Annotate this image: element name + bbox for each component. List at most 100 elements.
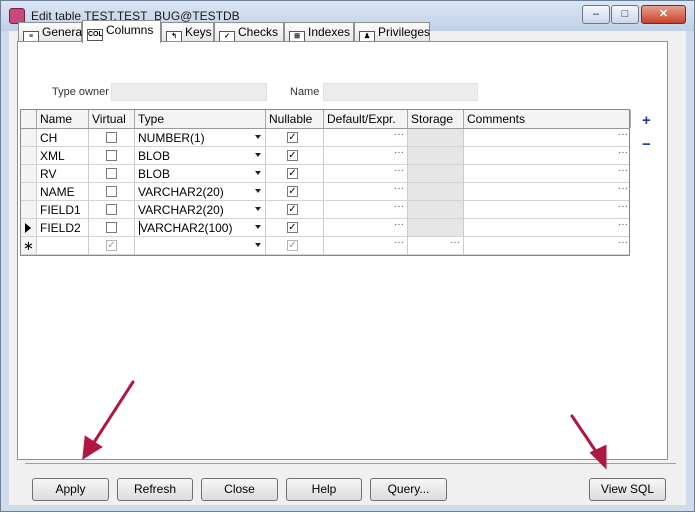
cell-virtual[interactable] bbox=[89, 183, 135, 200]
minimize-button[interactable]: – bbox=[582, 5, 610, 24]
view-sql-button[interactable]: View SQL bbox=[589, 478, 666, 501]
tab-keys[interactable]: ↰ Keys bbox=[161, 22, 214, 43]
table-row[interactable]: CH NUMBER(1) ✓ ··· ··· bbox=[21, 129, 629, 147]
dropdown-arrow-icon[interactable] bbox=[255, 153, 261, 157]
cell-type[interactable]: BLOB bbox=[135, 165, 266, 182]
cell-comments[interactable]: ··· bbox=[464, 237, 631, 254]
nullable-checkbox[interactable]: ✓ bbox=[287, 150, 298, 161]
nullable-checkbox[interactable]: ✓ bbox=[287, 168, 298, 179]
cell-type[interactable]: BLOB bbox=[135, 147, 266, 164]
cell-name[interactable]: XML bbox=[37, 147, 89, 164]
cell-comments[interactable]: ··· bbox=[464, 165, 631, 182]
ellipsis-icon[interactable]: ··· bbox=[618, 201, 628, 215]
ellipsis-icon[interactable]: ··· bbox=[618, 237, 628, 251]
cell-default[interactable]: ··· bbox=[324, 147, 408, 164]
add-column-button[interactable]: + bbox=[642, 113, 651, 128]
cell-name[interactable]: FIELD2 bbox=[37, 219, 89, 236]
remove-column-button[interactable]: − bbox=[642, 137, 651, 152]
apply-button[interactable]: Apply bbox=[32, 478, 109, 501]
refresh-button[interactable]: Refresh bbox=[117, 478, 193, 501]
dropdown-arrow-icon[interactable] bbox=[255, 243, 261, 247]
ellipsis-icon[interactable]: ··· bbox=[618, 147, 628, 161]
tab-general[interactable]: ≡ General bbox=[18, 22, 85, 43]
ellipsis-icon[interactable]: ··· bbox=[394, 237, 404, 251]
current-row-indicator[interactable] bbox=[21, 219, 37, 236]
cell-type-value[interactable]: VARCHAR2(100) bbox=[139, 221, 233, 235]
header-virtual[interactable]: Virtual bbox=[89, 110, 135, 128]
virtual-checkbox[interactable]: ✓ bbox=[106, 240, 117, 251]
ellipsis-icon[interactable]: ··· bbox=[618, 183, 628, 197]
cell-type[interactable] bbox=[135, 237, 266, 254]
new-row[interactable]: ∗ ✓ ✓ ··· ··· ··· bbox=[21, 237, 629, 255]
cell-nullable[interactable]: ✓ bbox=[266, 147, 324, 164]
dropdown-arrow-icon[interactable] bbox=[255, 171, 261, 175]
cell-comments[interactable]: ··· bbox=[464, 219, 631, 236]
ellipsis-icon[interactable]: ··· bbox=[394, 165, 404, 179]
help-button[interactable]: Help bbox=[286, 478, 362, 501]
dropdown-arrow-icon[interactable] bbox=[255, 225, 261, 229]
ellipsis-icon[interactable]: ··· bbox=[450, 237, 460, 251]
cell-name[interactable]: CH bbox=[37, 129, 89, 146]
dropdown-arrow-icon[interactable] bbox=[255, 135, 261, 139]
virtual-checkbox[interactable] bbox=[106, 168, 117, 179]
table-row[interactable]: RV BLOB ✓ ··· ··· bbox=[21, 165, 629, 183]
virtual-checkbox[interactable] bbox=[106, 186, 117, 197]
nullable-checkbox[interactable]: ✓ bbox=[287, 186, 298, 197]
virtual-checkbox[interactable] bbox=[106, 222, 117, 233]
ellipsis-icon[interactable]: ··· bbox=[618, 165, 628, 179]
cell-virtual[interactable] bbox=[89, 219, 135, 236]
cell-nullable[interactable]: ✓ bbox=[266, 165, 324, 182]
cell-name[interactable]: RV bbox=[37, 165, 89, 182]
cell-nullable[interactable]: ✓ bbox=[266, 129, 324, 146]
close-button[interactable]: Close bbox=[201, 478, 278, 501]
cell-nullable[interactable]: ✓ bbox=[266, 237, 324, 254]
cell-virtual[interactable]: ✓ bbox=[89, 237, 135, 254]
nullable-checkbox[interactable]: ✓ bbox=[287, 132, 298, 143]
ellipsis-icon[interactable]: ··· bbox=[618, 219, 628, 233]
close-window-button[interactable]: ✕ bbox=[641, 5, 686, 24]
header-storage[interactable]: Storage bbox=[408, 110, 464, 128]
row-selector[interactable] bbox=[21, 201, 37, 218]
header-comments[interactable]: Comments bbox=[464, 110, 631, 128]
cell-comments[interactable]: ··· bbox=[464, 147, 631, 164]
cell-comments[interactable]: ··· bbox=[464, 129, 631, 146]
cell-type[interactable]: VARCHAR2(100) bbox=[135, 219, 266, 236]
virtual-checkbox[interactable] bbox=[106, 150, 117, 161]
virtual-checkbox[interactable] bbox=[106, 132, 117, 143]
ellipsis-icon[interactable]: ··· bbox=[394, 129, 404, 143]
dropdown-arrow-icon[interactable] bbox=[255, 207, 261, 211]
tab-checks[interactable]: ✓ Checks bbox=[214, 22, 284, 43]
cell-nullable[interactable]: ✓ bbox=[266, 219, 324, 236]
table-row[interactable]: XML BLOB ✓ ··· ··· bbox=[21, 147, 629, 165]
tab-privileges[interactable]: ♟ Privileges bbox=[354, 22, 430, 43]
cell-storage[interactable]: ··· bbox=[408, 237, 464, 254]
ellipsis-icon[interactable]: ··· bbox=[394, 219, 404, 233]
cell-virtual[interactable] bbox=[89, 147, 135, 164]
cell-virtual[interactable] bbox=[89, 201, 135, 218]
header-type[interactable]: Type bbox=[135, 110, 266, 128]
cell-virtual[interactable] bbox=[89, 129, 135, 146]
cell-type[interactable]: VARCHAR2(20) bbox=[135, 201, 266, 218]
ellipsis-icon[interactable]: ··· bbox=[394, 183, 404, 197]
ellipsis-icon[interactable]: ··· bbox=[618, 129, 628, 143]
tab-indexes[interactable]: ⊞ Indexes bbox=[284, 22, 354, 43]
cell-default[interactable]: ··· bbox=[324, 183, 408, 200]
cell-default[interactable]: ··· bbox=[324, 129, 408, 146]
header-default-expr[interactable]: Default/Expr. bbox=[324, 110, 408, 128]
cell-comments[interactable]: ··· bbox=[464, 201, 631, 218]
maximize-button[interactable]: □ bbox=[611, 5, 639, 24]
table-row[interactable]: NAME VARCHAR2(20) ✓ ··· ··· bbox=[21, 183, 629, 201]
header-name[interactable]: Name bbox=[37, 110, 89, 128]
cell-name[interactable]: NAME bbox=[37, 183, 89, 200]
dropdown-arrow-icon[interactable] bbox=[255, 189, 261, 193]
cell-virtual[interactable] bbox=[89, 165, 135, 182]
cell-default[interactable]: ··· bbox=[324, 165, 408, 182]
table-row[interactable]: FIELD1 VARCHAR2(20) ✓ ··· ··· bbox=[21, 201, 629, 219]
cell-type[interactable]: VARCHAR2(20) bbox=[135, 183, 266, 200]
table-row-current[interactable]: FIELD2 VARCHAR2(100) ✓ ··· ··· bbox=[21, 219, 629, 237]
nullable-checkbox[interactable]: ✓ bbox=[287, 204, 298, 215]
cell-nullable[interactable]: ✓ bbox=[266, 201, 324, 218]
cell-default[interactable]: ··· bbox=[324, 201, 408, 218]
nullable-checkbox[interactable]: ✓ bbox=[287, 240, 298, 251]
cell-comments[interactable]: ··· bbox=[464, 183, 631, 200]
